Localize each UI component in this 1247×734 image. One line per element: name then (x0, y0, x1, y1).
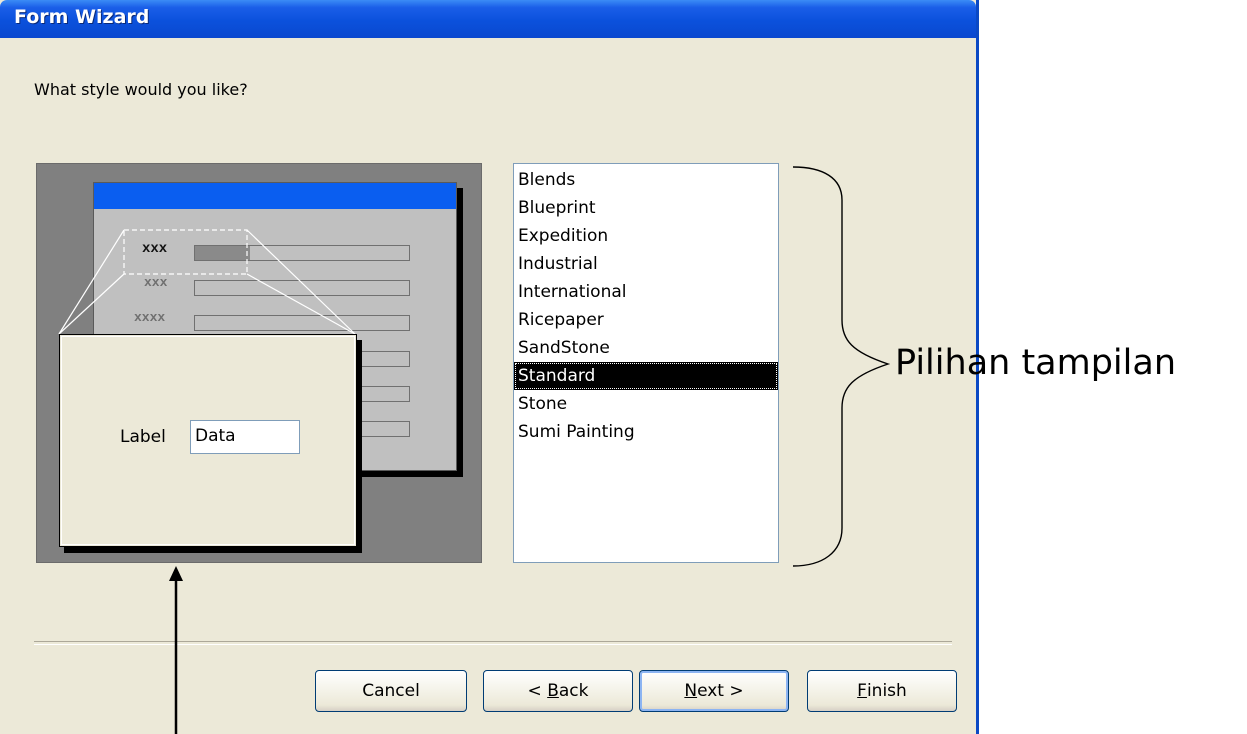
style-item-expedition[interactable]: Expedition (514, 222, 778, 250)
window-title: Form Wizard (14, 6, 150, 28)
back-button-prefix: < (527, 681, 548, 701)
style-item-standard[interactable]: Standard (514, 362, 778, 390)
back-button[interactable]: < Back (483, 670, 633, 712)
finish-button-rest: inish (866, 681, 907, 701)
style-item-international[interactable]: International (514, 278, 778, 306)
form-wizard-dialog: Form Wizard What style would you like? x… (0, 0, 979, 734)
style-item-sumi-painting[interactable]: Sumi Painting (514, 418, 778, 446)
style-item-blends[interactable]: Blends (514, 166, 778, 194)
next-button-mnemonic: N (684, 681, 698, 701)
next-button[interactable]: Next > (639, 670, 789, 712)
style-item-blueprint[interactable]: Blueprint (514, 194, 778, 222)
style-listbox[interactable]: Blends Blueprint Expedition Industrial I… (513, 163, 779, 563)
preview-data-field: Data (190, 420, 300, 454)
style-item-sandstone[interactable]: SandStone (514, 334, 778, 362)
cancel-button[interactable]: Cancel (315, 670, 467, 712)
preview-label-text: Label (120, 427, 166, 447)
back-button-rest: ack (558, 681, 589, 701)
style-item-ricepaper[interactable]: Ricepaper (514, 306, 778, 334)
style-item-industrial[interactable]: Industrial (514, 250, 778, 278)
button-separator (34, 641, 952, 645)
title-bar[interactable]: Form Wizard (0, 0, 976, 38)
preview-zoom-callout: Label Data (59, 334, 357, 547)
style-preview: xxx xxx xxxx Label Data (36, 163, 482, 563)
annotation-label: Pilihan tampilan (895, 343, 1177, 383)
style-prompt: What style would you like? (34, 80, 248, 99)
finish-button-mnemonic: F (857, 681, 867, 701)
back-button-mnemonic: B (547, 681, 559, 701)
next-button-rest: ext > (697, 681, 744, 701)
style-item-stone[interactable]: Stone (514, 390, 778, 418)
finish-button[interactable]: Finish (807, 670, 957, 712)
